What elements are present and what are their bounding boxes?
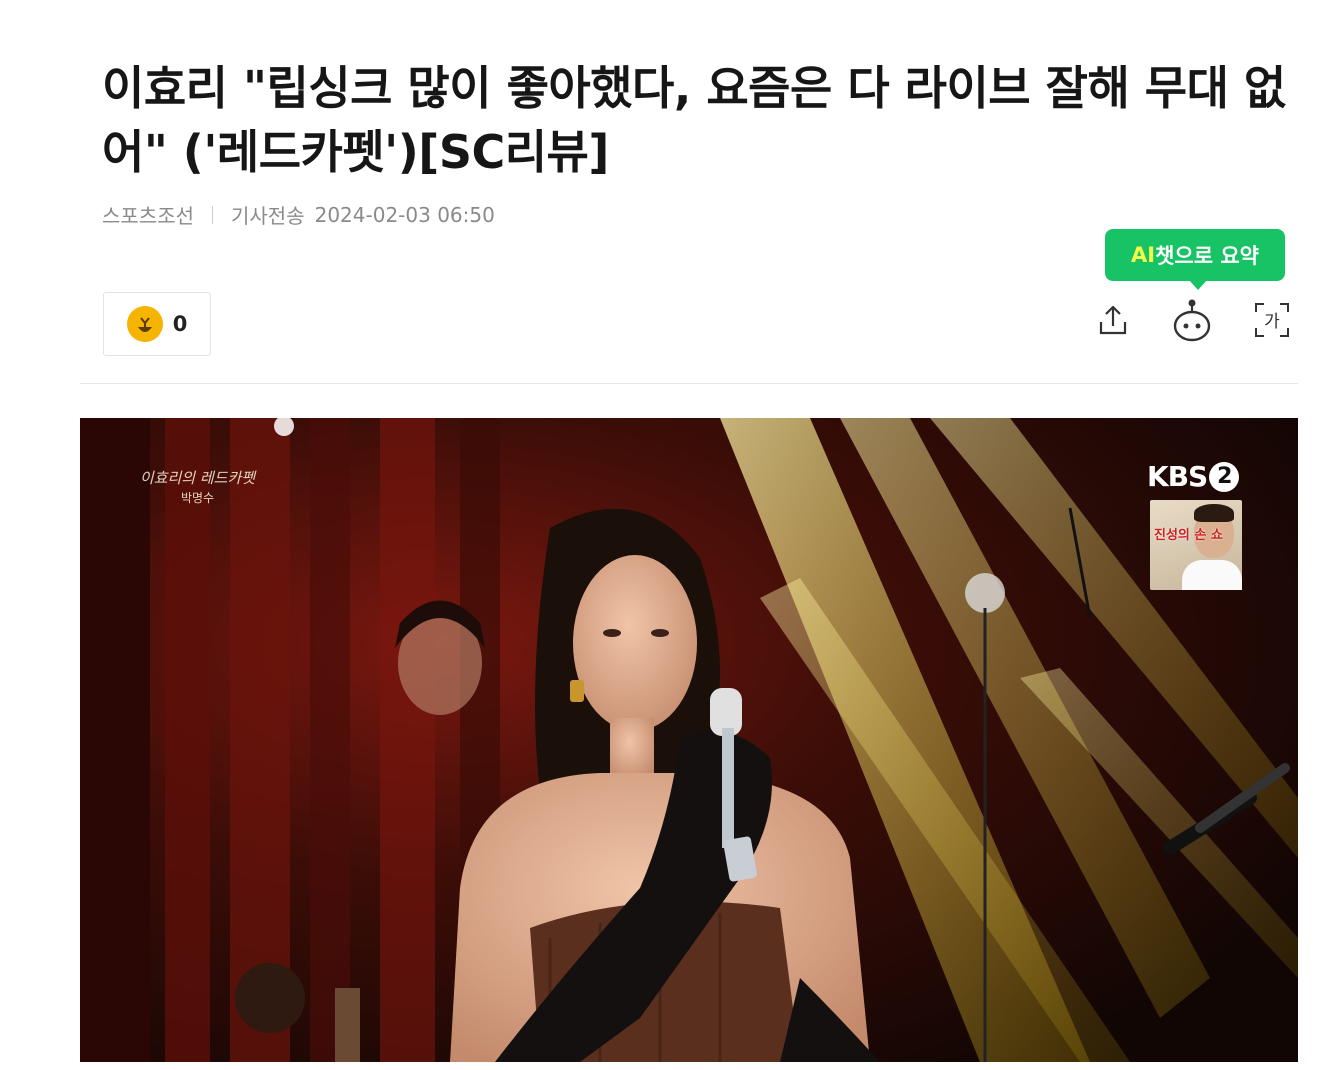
chatbot-icon (1173, 299, 1211, 342)
photo-scene (80, 418, 1298, 1062)
broadcaster-logo: KBS 2 (1147, 460, 1240, 493)
chatbot-button[interactable] (1170, 296, 1214, 344)
sent-label: 기사전송 (231, 204, 305, 228)
ai-summary-label: 챗으로 요약 (1155, 244, 1259, 268)
program-promo-thumbnail: 진성의 손 쇼 (1150, 500, 1242, 590)
article-datetime: 2024-02-03 06:50 (314, 202, 495, 227)
ai-summary-button[interactable]: AI 챗으로 요약 (1105, 229, 1285, 290)
reaction-count: 0 (172, 312, 188, 336)
article-meta: 스포츠조선 기사전송 2024-02-03 06:50 (102, 200, 495, 229)
reaction-button[interactable]: 0 (103, 292, 211, 356)
channel-number: 2 (1209, 461, 1240, 492)
article-source[interactable]: 스포츠조선 (102, 200, 194, 229)
article-photo[interactable]: 이효리의 레드카펫 박명수 KBS 2 진성의 손 쇼 (80, 418, 1298, 1062)
show-logo-title: 이효리의 레드카펫 (139, 469, 256, 487)
broadcaster-name: KBS (1147, 460, 1208, 493)
ai-label: AI (1131, 243, 1156, 267)
share-icon (1099, 305, 1127, 335)
font-size-icon: 가 (1255, 303, 1289, 337)
header-divider (80, 383, 1298, 384)
font-size-glyph: 가 (1264, 312, 1280, 332)
reaction-face-icon (126, 306, 163, 342)
share-button[interactable] (1091, 296, 1135, 344)
article-title: 이효리 "립싱크 많이 좋아했다, 요즘은 다 라이브 잘해 무대 없어" ('… (102, 61, 1286, 179)
meta-divider (212, 205, 213, 224)
promo-text: 진성의 손 쇼 (1154, 528, 1223, 543)
show-logo-host: 박명수 (180, 491, 215, 505)
font-size-button[interactable]: 가 (1250, 296, 1294, 344)
show-logo: 이효리의 레드카펫 박명수 (130, 468, 265, 508)
